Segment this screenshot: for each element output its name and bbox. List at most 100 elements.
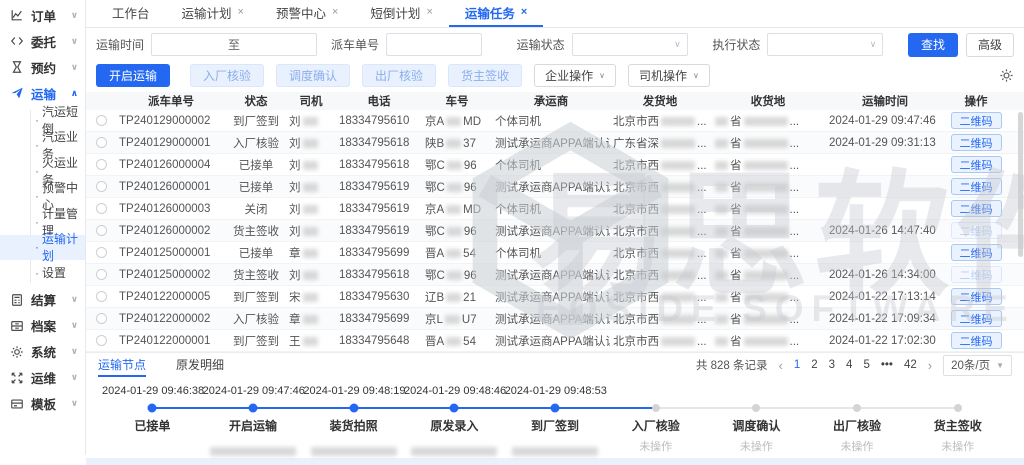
row-radio[interactable] [96,181,107,192]
qr-code-button[interactable]: 二维码 [951,244,1002,261]
table-row[interactable]: TP240126000002货主签收刘18334795619鄂C96测试承运商A… [86,220,1024,242]
dropdown-button[interactable]: 司机操作∨ [628,64,710,87]
ellipsis-text: ... [790,336,800,348]
close-icon[interactable]: × [238,7,244,18]
next-page-icon[interactable]: › [928,358,932,373]
table-row[interactable]: TP240122000001到厂签到王18334795648晋A54测试承运商A… [86,330,1024,352]
secondary-action-button[interactable]: 出厂核验 [362,64,436,87]
qr-code-button[interactable]: 二维码 [951,200,1002,217]
transport-time: 2024-01-22 17:02:30 [829,335,936,347]
start-transport-button[interactable]: 开启运输 [96,64,170,87]
plate-number: 京A [425,204,444,216]
tab[interactable]: 工作台 [96,0,166,27]
prev-page-icon[interactable]: ‹ [778,358,782,373]
qr-code-button[interactable]: 二维码 [951,112,1002,129]
transport-time-range-input[interactable]: 至 [151,33,317,56]
row-radio[interactable] [96,115,107,126]
page-number[interactable]: 4 [846,359,852,371]
plate-number: 鄂C [425,226,445,238]
blurred-text [303,139,318,148]
table-row[interactable]: TP240126000003关闭刘18334795619京AMD个体司机北京市西… [86,198,1024,220]
tab-label: 运输任务 [465,3,515,22]
row-radio[interactable] [96,159,107,170]
qr-code-button[interactable]: 二维码 [951,332,1002,349]
row-radio[interactable] [96,313,107,324]
sidebar-item[interactable]: 系统∨ [0,339,85,365]
table-cell: 京AMD [422,113,492,129]
page-number[interactable]: 5 [863,359,869,371]
tab[interactable]: 预警中心× [260,0,354,27]
sidebar-item[interactable]: 模板∨ [0,391,85,417]
sidebar-subitem[interactable]: ·设置 [0,260,85,286]
page-number[interactable]: 42 [904,359,917,371]
origin-address: 北京市西 [613,204,659,216]
driver-name: 王 [289,336,301,348]
detail-tab[interactable]: 原发明细 [176,353,224,377]
exec-status-select[interactable]: ∨ [767,33,883,56]
close-icon[interactable]: × [521,7,527,18]
tab[interactable]: 短倒计划× [354,0,448,27]
table-row[interactable]: TP240129000001入厂核验刘18334795618陕B37测试承运商A… [86,132,1024,154]
row-radio[interactable] [96,335,107,346]
row-radio[interactable] [96,247,107,258]
table-cell [86,203,116,214]
table-row[interactable]: TP240126000001已接单刘18334795619鄂C96测试承运商AP… [86,176,1024,198]
blurred-text [661,249,695,258]
table-cell: 北京市西... [610,201,710,217]
page-number[interactable]: 2 [811,359,817,371]
sidebar-item[interactable]: 运维∨ [0,365,85,391]
secondary-action-button[interactable]: 入厂核验 [190,64,264,87]
table-row[interactable]: TP240129000002到厂签到刘18334795610京AMD个体司机北京… [86,110,1024,132]
table-cell: 到厂签到 [226,289,286,305]
sidebar-item[interactable]: 档案∨ [0,313,85,339]
timeline-step: 原发录入 [404,417,505,434]
timeline-connector [505,407,555,409]
page-number[interactable]: 1 [794,359,800,371]
table-row[interactable]: TP240125000001已接单章18334795699晋A54个体司机北京市… [86,242,1024,264]
sidebar-item[interactable]: 委托∨ [0,28,85,54]
secondary-action-button[interactable]: 货主签收 [448,64,522,87]
transport-status-select[interactable]: ∨ [572,33,688,56]
row-radio[interactable] [96,269,107,280]
sidebar-subitem[interactable]: ·运输计划 [0,235,85,261]
table-cell: 京LU7 [422,311,492,327]
sidebar-item[interactable]: 预约∨ [0,54,85,80]
dispatch-no: TP240126000001 [119,181,210,193]
origin-address: 北京市西 [613,270,659,282]
qr-code-button[interactable]: 二维码 [951,156,1002,173]
secondary-action-button[interactable]: 调度确认 [276,64,350,87]
timeline-substatus-label: 未操作 [941,441,974,453]
close-icon[interactable]: × [426,7,432,18]
qr-code-button[interactable]: 二维码 [951,178,1002,195]
page-ellipsis[interactable]: ••• [881,359,893,371]
table-row[interactable]: TP240125000002货主签收刘18334795618鄂C96测试承运商A… [86,264,1024,286]
table-row[interactable]: TP240126000004已接单刘18334795618鄂C96个体司机北京市… [86,154,1024,176]
ellipsis-text: ... [790,116,800,128]
row-radio[interactable] [96,291,107,302]
close-icon[interactable]: × [332,7,338,18]
search-button[interactable]: 查找 [908,33,958,57]
tab[interactable]: 运输计划× [166,0,260,27]
dropdown-button[interactable]: 企业操作∨ [534,64,616,87]
table-scrollbar[interactable] [1018,112,1023,257]
qr-code-button[interactable]: 二维码 [951,310,1002,327]
sidebar-item[interactable]: 结算∨ [0,287,85,313]
qr-code-button[interactable]: 二维码 [951,288,1002,305]
row-radio[interactable] [96,203,107,214]
column-header: 发货地 [610,93,710,109]
detail-tab[interactable]: 运输节点 [98,353,146,377]
tab[interactable]: 运输任务 × [449,0,543,27]
settings-gear-icon[interactable] [999,68,1014,83]
sidebar-item[interactable]: 订单∨ [0,2,85,28]
timeline-connector [253,407,303,409]
dispatch-no-input[interactable] [386,33,482,56]
row-radio[interactable] [96,137,107,148]
page-number[interactable]: 3 [829,359,835,371]
advanced-button[interactable]: 高级 [966,33,1014,57]
timeline-step-label: 开启运输 [229,419,277,433]
page-size-select[interactable]: 20条/页▼ [943,355,1012,376]
table-row[interactable]: TP240122000002入厂核验章18334795699京LU7测试承运商A… [86,308,1024,330]
qr-code-button[interactable]: 二维码 [951,134,1002,151]
row-radio[interactable] [96,225,107,236]
table-row[interactable]: TP240122000005到厂签到宋18334795630辽B21测试承运商A… [86,286,1024,308]
